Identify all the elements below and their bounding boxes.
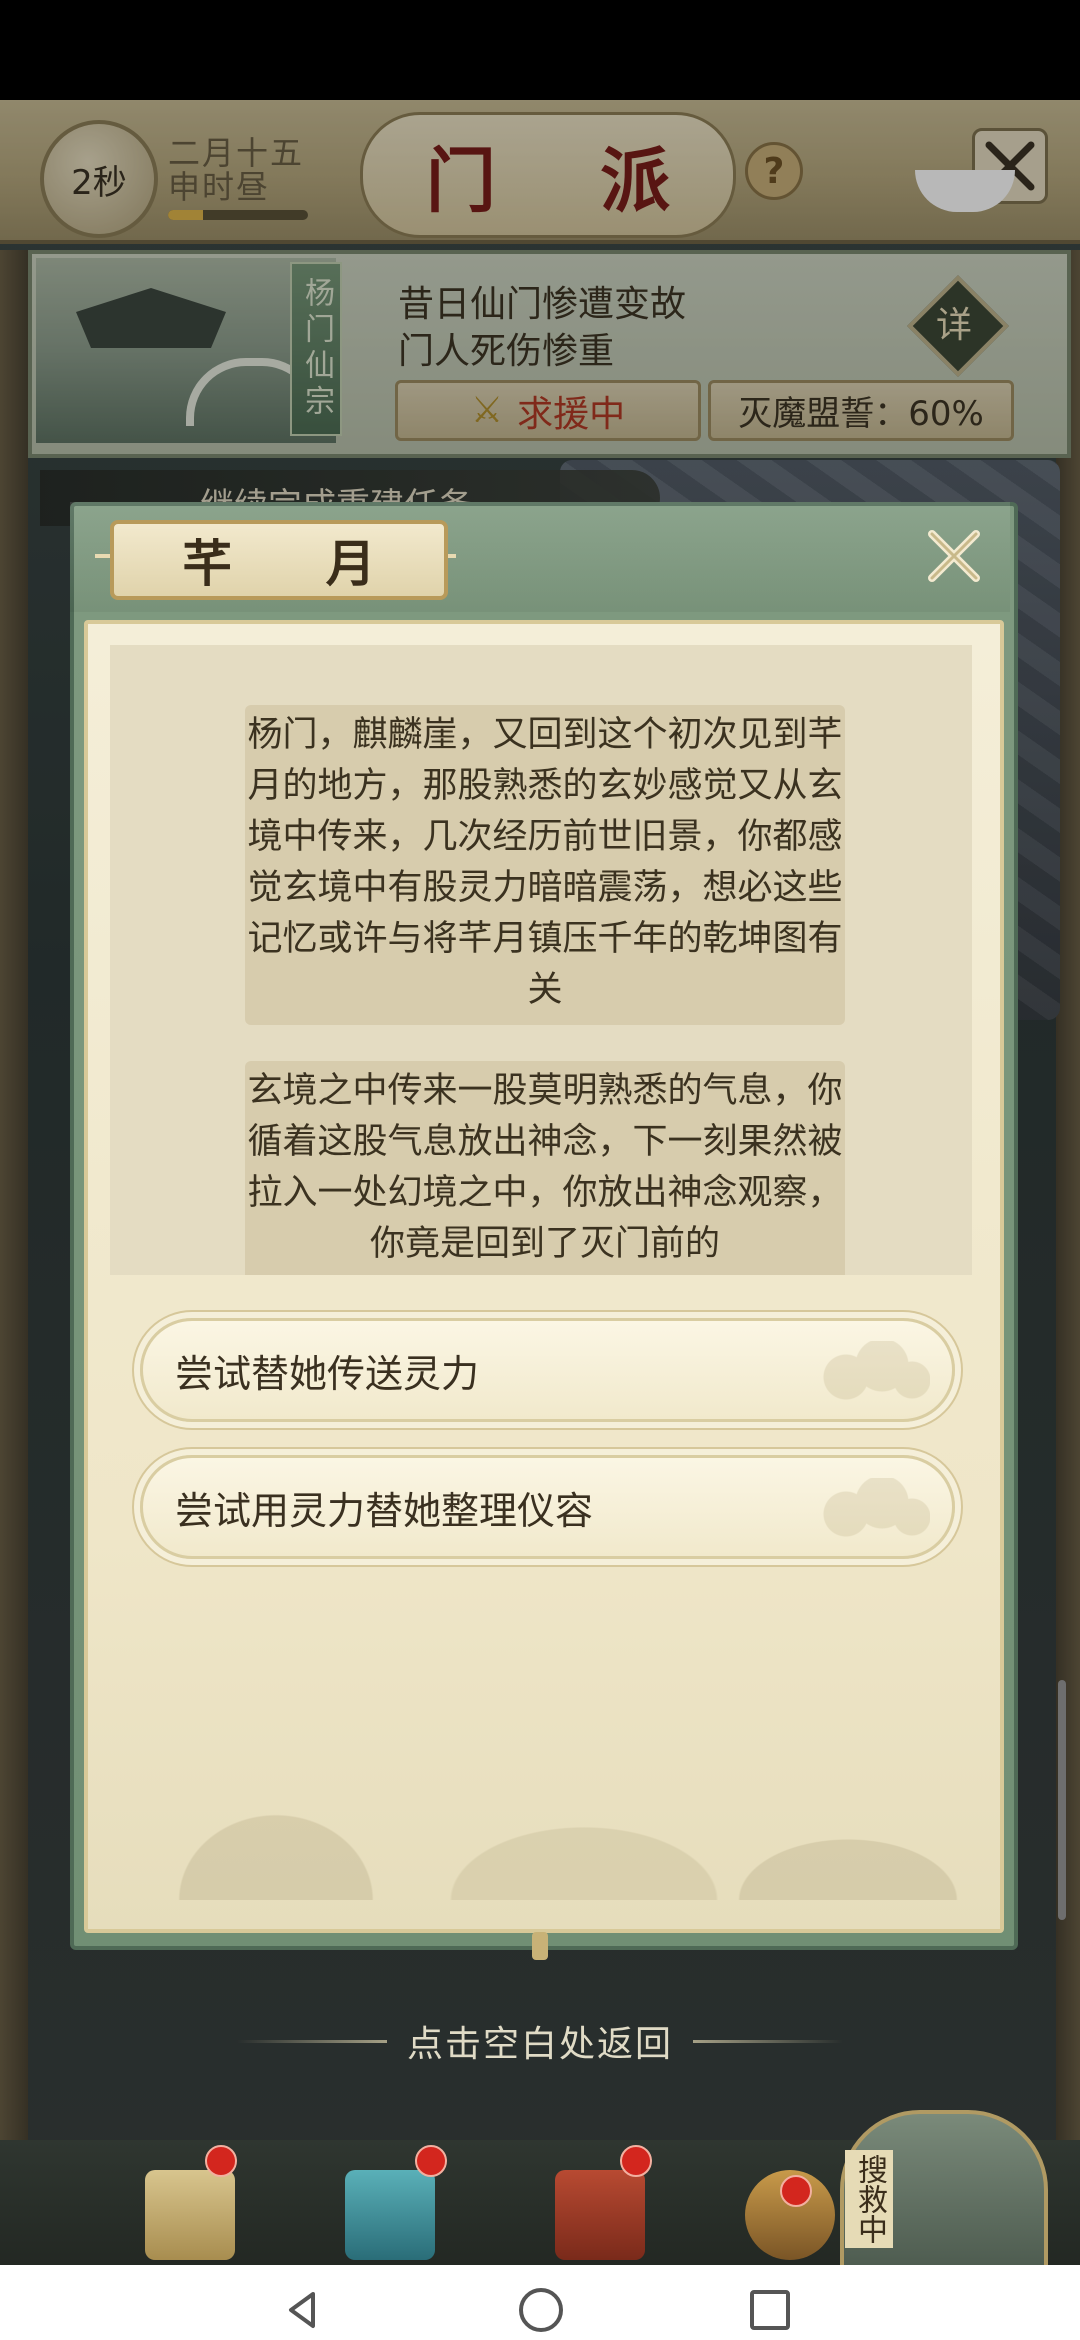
hint-divider-right bbox=[693, 2039, 843, 2043]
return-hint-text: 点击空白处返回 bbox=[406, 2024, 673, 2065]
scroll-icon[interactable] bbox=[145, 2170, 235, 2260]
cloud-icon bbox=[810, 1341, 930, 1401]
return-hint[interactable]: 点击空白处返回 bbox=[210, 2016, 870, 2066]
choice-label: 尝试替她传送灵力 bbox=[175, 1351, 480, 1396]
mountain-landscape-decoration bbox=[100, 1600, 980, 1900]
search-rescue-label: 搜救中 bbox=[845, 2150, 893, 2248]
status-bar bbox=[0, 0, 1080, 100]
banner-icon[interactable] bbox=[555, 2170, 645, 2260]
dialog-bottom-ornament bbox=[532, 1932, 548, 1960]
close-icon[interactable] bbox=[922, 524, 986, 588]
home-icon[interactable] bbox=[519, 2288, 563, 2332]
hint-divider-left bbox=[236, 2039, 387, 2043]
cloud-icon bbox=[810, 1478, 930, 1538]
back-icon[interactable] bbox=[283, 2290, 323, 2330]
choice-button-transfer-spirit[interactable]: 尝试替她传送灵力 bbox=[140, 1318, 955, 1422]
notification-dot bbox=[205, 2145, 237, 2177]
notification-dot bbox=[620, 2145, 652, 2177]
notification-dot bbox=[415, 2145, 447, 2177]
dialog-title: 芊 月 bbox=[182, 534, 414, 593]
recent-apps-icon[interactable] bbox=[750, 2290, 790, 2330]
choice-label: 尝试用灵力替她整理仪容 bbox=[175, 1488, 594, 1533]
tower-icon[interactable] bbox=[345, 2170, 435, 2260]
scrollbar[interactable] bbox=[1058, 1680, 1066, 1920]
choice-button-tidy-appearance[interactable]: 尝试用灵力替她整理仪容 bbox=[140, 1455, 955, 1559]
story-paragraph: 杨门，麒麟崖，又回到这个初次见到芊月的地方，那股熟悉的玄妙感觉又从玄境中传来，几… bbox=[245, 705, 845, 1025]
dialog-title-plaque: 芊 月 bbox=[110, 520, 448, 600]
story-scroll-panel[interactable]: 杨门，麒麟崖，又回到这个初次见到芊月的地方，那股熟悉的玄妙感觉又从玄境中传来，几… bbox=[110, 645, 972, 1275]
story-paragraph: 玄境之中传来一股莫明熟悉的气息，你循着这股气息放出神念，下一刻果然被拉入一处幻境… bbox=[245, 1061, 845, 1275]
notification-dot bbox=[780, 2175, 812, 2207]
